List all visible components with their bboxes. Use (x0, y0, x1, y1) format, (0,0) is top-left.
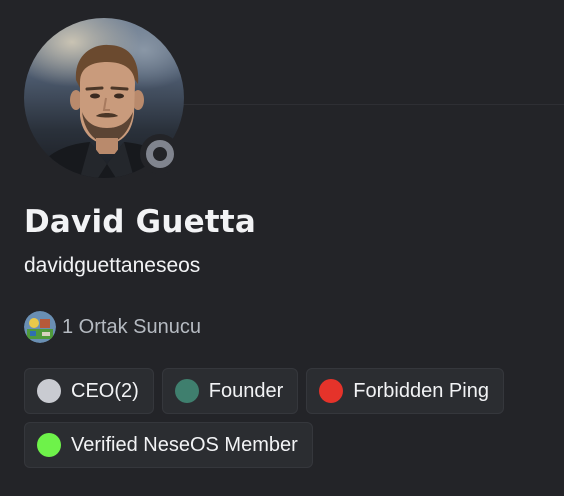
role-color-dot (37, 379, 61, 403)
role-color-dot (37, 433, 61, 457)
role-chip-verified-member[interactable]: Verified NeseOS Member (24, 422, 313, 468)
role-chip-founder[interactable]: Founder (161, 368, 299, 414)
role-name: Verified NeseOS Member (71, 433, 298, 456)
display-name: David Guetta (24, 204, 256, 240)
user-profile-popout: David Guetta davidguettaneseos 1 Ortak S… (0, 0, 564, 496)
role-name: Forbidden Ping (353, 379, 489, 402)
status-indicator (140, 134, 180, 174)
role-name: CEO(2) (71, 379, 139, 402)
offline-status-icon (146, 140, 174, 168)
role-color-dot (319, 379, 344, 403)
role-chip-ceo[interactable]: CEO(2) (24, 368, 154, 414)
mutual-servers-label: 1 Ortak Sunucu (62, 315, 201, 338)
avatar-container[interactable] (24, 18, 184, 178)
role-chip-forbidden-ping[interactable]: Forbidden Ping (306, 368, 504, 414)
role-name: Founder (208, 379, 284, 402)
role-color-dot (174, 379, 199, 403)
username[interactable]: davidguettaneseos (24, 254, 200, 278)
server-icon (24, 311, 56, 343)
banner-divider (180, 104, 564, 105)
roles-list: CEO(2) Founder Forbidden Ping Verified N… (24, 368, 554, 468)
mutual-servers[interactable]: 1 Ortak Sunucu (24, 311, 201, 343)
